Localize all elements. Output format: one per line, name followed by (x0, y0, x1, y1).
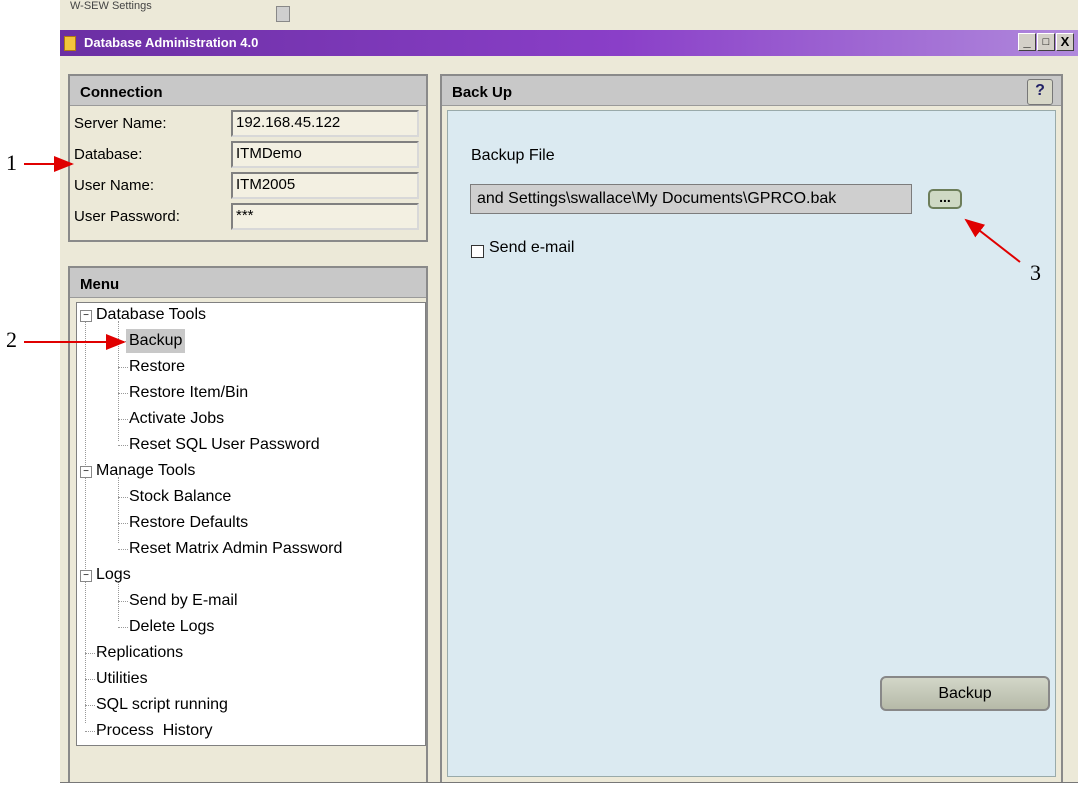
tree-item-label: Replications (96, 644, 184, 661)
user-name-label: User Name: (74, 177, 155, 194)
tree-item-label: Reset SQL User Password (129, 436, 320, 453)
tree-item-label: Database Tools (96, 306, 206, 323)
send-email-checkbox[interactable] (471, 245, 484, 258)
tree-guide-manage-tools (118, 477, 119, 543)
tree-item-label: Restore (129, 358, 186, 375)
tree-connector (118, 367, 128, 368)
tree-guide-root (85, 321, 86, 723)
app-icon (64, 36, 76, 51)
backup-heading: Back Up (442, 76, 1061, 106)
tree-connector (85, 653, 95, 654)
tree-item-label: Manage Tools (96, 462, 196, 479)
connection-panel: Connection Server Name: 192.168.45.122 D… (68, 74, 428, 242)
tree-item-label: Delete Logs (129, 618, 215, 635)
user-password-label: User Password: (74, 208, 180, 225)
collapse-icon[interactable]: − (80, 310, 92, 322)
menu-tree: − Database Tools Backup Restore Restore … (76, 302, 426, 746)
collapse-icon[interactable]: − (80, 466, 92, 478)
backup-file-input[interactable]: and Settings\swallace\My Documents\GPRCO… (470, 184, 912, 214)
tree-item-label: Restore Defaults (129, 514, 249, 531)
close-button[interactable]: X (1056, 33, 1074, 51)
annotation-number-1: 1 (6, 150, 17, 175)
backup-button[interactable]: Backup (880, 676, 1050, 711)
backup-panel-body: Backup File and Settings\swallace\My Doc… (447, 110, 1056, 777)
backup-file-label: Backup File (471, 147, 555, 164)
window-title: Database Administration 4.0 (84, 35, 259, 50)
app-window: Database Administration 4.0 _ □ X Connec… (60, 30, 1078, 784)
tree-connector (118, 419, 128, 420)
user-name-field[interactable]: ITM2005 (231, 172, 419, 199)
tree-item-label: Stock Balance (129, 488, 232, 505)
tree-connector (118, 445, 128, 446)
menu-heading: Menu (70, 268, 426, 298)
tree-item-label: Restore Item/Bin (129, 384, 249, 401)
minimize-button[interactable]: _ (1018, 33, 1036, 51)
tree-connector (118, 601, 128, 602)
browse-button[interactable]: ... (928, 189, 962, 209)
tree-item-label: Reset Matrix Admin Password (129, 540, 343, 557)
tree-item-label: Process History (96, 722, 213, 739)
tree-connector (118, 497, 128, 498)
collapse-icon[interactable]: − (80, 570, 92, 582)
help-icon[interactable]: ? (1027, 79, 1053, 105)
tree-item-label: SQL script running (96, 696, 228, 713)
server-name-field[interactable]: 192.168.45.122 (231, 110, 419, 137)
tree-connector (118, 523, 128, 524)
tree-connector (85, 679, 95, 680)
user-password-field[interactable]: *** (231, 203, 419, 230)
server-name-label: Server Name: (74, 115, 167, 132)
maximize-button[interactable]: □ (1037, 33, 1055, 51)
tree-item-label: Utilities (96, 670, 148, 687)
dropdown-arrow-icon[interactable] (276, 6, 290, 22)
menu-panel: Menu − Database Tools Backup Restore Res… (68, 266, 428, 784)
annotation-number-3: 3 (1030, 260, 1041, 285)
annotation-number-2: 2 (6, 327, 17, 352)
tree-connector (118, 549, 128, 550)
tree-connector (118, 627, 128, 628)
tree-item-label: Logs (96, 566, 131, 583)
backup-panel: Back Up ? Backup File and Settings\swall… (440, 74, 1063, 784)
background-window-title: W-SEW Settings (70, 0, 152, 12)
tree-connector (85, 731, 95, 732)
tree-item-label: Send by E-mail (129, 592, 238, 609)
database-label: Database: (74, 146, 143, 163)
tree-guide-database-tools (118, 321, 119, 441)
tree-connector (85, 705, 95, 706)
bottom-edge (60, 782, 1078, 793)
tree-connector (118, 393, 128, 394)
connection-heading: Connection (70, 76, 426, 106)
title-bar: Database Administration 4.0 _ □ X (60, 30, 1078, 56)
database-field[interactable]: ITMDemo (231, 141, 419, 168)
tree-item-label: Activate Jobs (129, 410, 225, 427)
background-window-strip: W-SEW Settings (60, 0, 1078, 30)
tree-item-label: Backup (126, 329, 186, 353)
send-email-label: Send e-mail (489, 239, 575, 256)
